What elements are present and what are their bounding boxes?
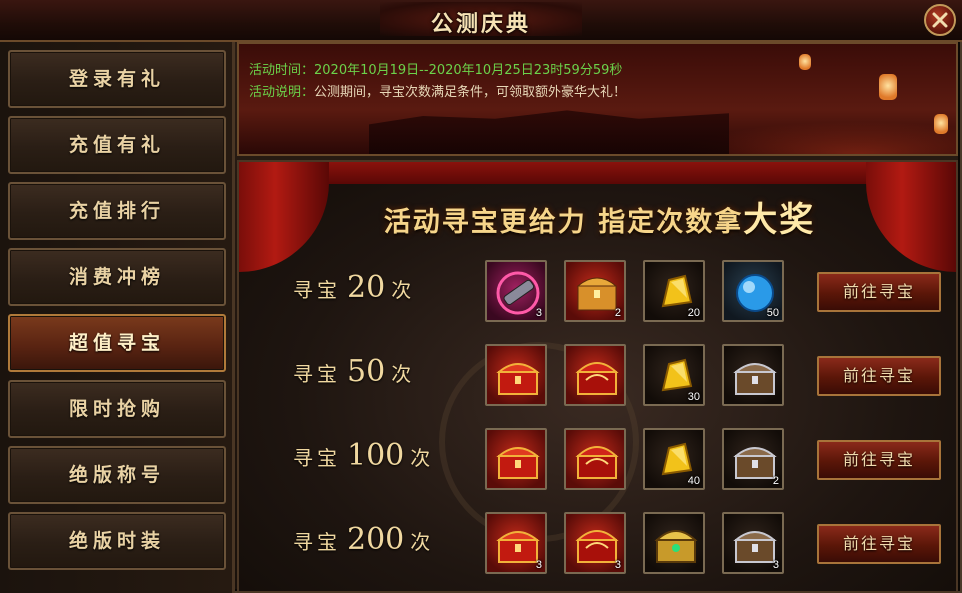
reward-slot[interactable]: 3 [485, 512, 547, 574]
event-desc-value: 公测期间，寻宝次数满足条件，可领取额外豪华大礼！ [314, 85, 627, 100]
sidebar-item-label: 绝版时装 [68, 530, 165, 552]
row-count: 100 [347, 438, 405, 473]
reward-slot[interactable]: 20 [643, 260, 705, 322]
sidebar-item-spending-ranking[interactable]: 消费冲榜 [8, 248, 226, 306]
row-count: 50 [347, 354, 386, 389]
row-unit: 次 [410, 446, 435, 470]
sidebar-item-label: 绝版称号 [68, 464, 165, 486]
sidebar-item-recharge-gift[interactable]: 充值有礼 [8, 116, 226, 174]
go-treasure-hunt-button[interactable]: 前往寻宝 [817, 440, 941, 480]
reward-quantity: 2 [614, 307, 621, 319]
close-icon [932, 12, 948, 28]
row-label-50: 寻宝 50 次 [293, 354, 453, 394]
sidebar: 登录有礼 充值有礼 充值排行 消费冲榜 超值寻宝 限时抢购 绝版称号 绝版时装 [0, 42, 235, 593]
row-label-20: 寻宝 20 次 [293, 270, 453, 310]
row-count: 200 [347, 522, 405, 557]
reward-slot[interactable]: 2 [722, 428, 784, 490]
reward-slot[interactable] [485, 344, 547, 406]
reward-slot[interactable] [722, 344, 784, 406]
sidebar-item-exclusive-title[interactable]: 绝版称号 [8, 446, 226, 504]
reward-slot[interactable]: 2 [564, 260, 626, 322]
lantern-icon [799, 54, 811, 70]
event-desc-label: 活动说明： [249, 85, 315, 100]
title-bar: 公测庆典 [0, 0, 962, 42]
sidebar-item-login-gift[interactable]: 登录有礼 [8, 50, 226, 108]
palace-silhouette [369, 110, 729, 154]
row-word: 寻宝 [293, 362, 341, 386]
event-time-label: 活动时间： [249, 63, 315, 78]
silver-chest-icon [733, 363, 777, 395]
headline-text: 活动寻宝更给力 指定次数拿 [383, 207, 744, 238]
reward-quantity: 3 [535, 559, 542, 571]
lantern-icon [934, 114, 948, 134]
reward-slot[interactable] [564, 428, 626, 490]
reward-quantity: 40 [687, 475, 700, 487]
window-title: 公测庆典 [430, 12, 531, 37]
row-unit: 次 [391, 278, 416, 302]
sidebar-item-recharge-ranking[interactable]: 充值排行 [8, 182, 226, 240]
sidebar-item-label: 超值寻宝 [68, 332, 165, 354]
reward-slot[interactable]: 3 [564, 512, 626, 574]
treasure-hunt-panel: 活动寻宝更给力 指定次数拿大奖 寻宝 20 次 3 2 20 50 前往寻宝 寻宝 5… [237, 160, 958, 593]
row-label-200: 寻宝 200 次 [293, 522, 453, 562]
reward-slot[interactable]: 3 [485, 260, 547, 322]
curtain-left [239, 162, 329, 272]
reward-slot[interactable] [485, 428, 547, 490]
reward-quantity: 30 [687, 391, 700, 403]
reward-slot[interactable]: 30 [643, 344, 705, 406]
row-count: 20 [347, 270, 386, 305]
curtain-top [239, 162, 956, 184]
event-desc-line: 活动说明：公测期间，寻宝次数满足条件，可领取额外豪华大礼！ [249, 81, 626, 100]
sidebar-item-label: 充值有礼 [68, 134, 165, 156]
reward-slot[interactable]: 40 [643, 428, 705, 490]
close-button[interactable] [924, 4, 956, 36]
row-unit: 次 [410, 530, 435, 554]
sidebar-item-value-treasure-hunt[interactable]: 超值寻宝 [8, 314, 226, 372]
sidebar-item-label: 登录有礼 [68, 68, 165, 90]
row-word: 寻宝 [293, 530, 341, 554]
reward-slot[interactable]: 50 [722, 260, 784, 322]
sidebar-item-flash-sale[interactable]: 限时抢购 [8, 380, 226, 438]
sidebar-item-exclusive-costume[interactable]: 绝版时装 [8, 512, 226, 570]
reward-quantity: 20 [687, 307, 700, 319]
row-label-100: 寻宝 100 次 [293, 438, 453, 478]
event-banner: 活动时间：2020年10月19日--2020年10月25日23时59分59秒 活… [237, 42, 958, 156]
row-word: 寻宝 [293, 278, 341, 302]
lantern-icon [879, 74, 897, 100]
sidebar-item-label: 消费冲榜 [68, 266, 165, 288]
event-time-value: 2020年10月19日--2020年10月25日23时59分59秒 [314, 63, 623, 78]
reward-slot[interactable] [643, 512, 705, 574]
headline-emphasis: 大奖 [743, 200, 816, 240]
row-unit: 次 [391, 362, 416, 386]
reward-slot[interactable] [564, 344, 626, 406]
sidebar-item-label: 限时抢购 [68, 398, 165, 420]
go-treasure-hunt-button[interactable]: 前往寻宝 [817, 524, 941, 564]
red-chest-icon [496, 363, 540, 395]
promo-headline: 活动寻宝更给力 指定次数拿大奖 [339, 192, 860, 241]
row-word: 寻宝 [293, 446, 341, 470]
golden-chest-icon [654, 530, 698, 563]
reward-quantity: 3 [614, 559, 621, 571]
event-time-line: 活动时间：2020年10月19日--2020年10月25日23时59分59秒 [249, 59, 622, 78]
red-chest-icon [496, 447, 540, 479]
go-treasure-hunt-button[interactable]: 前往寻宝 [817, 272, 941, 312]
reward-quantity: 50 [766, 307, 779, 319]
reward-quantity: 3 [535, 307, 542, 319]
reward-slot[interactable]: 3 [722, 512, 784, 574]
reward-quantity: 3 [772, 559, 779, 571]
go-treasure-hunt-button[interactable]: 前往寻宝 [817, 356, 941, 396]
red-ornate-chest-icon [575, 446, 619, 479]
curtain-right [866, 162, 956, 272]
sidebar-item-label: 充值排行 [68, 200, 165, 222]
reward-quantity: 2 [772, 475, 779, 487]
red-ornate-chest-icon [575, 362, 619, 395]
